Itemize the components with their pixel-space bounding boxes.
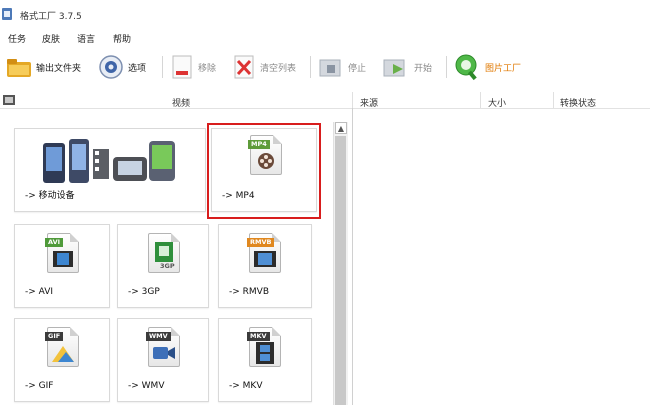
avi-file-icon: AVI: [45, 233, 79, 273]
format-tile-mobile[interactable]: -> 移动设备: [14, 128, 206, 212]
tile-label: -> RMVB: [229, 287, 269, 297]
tile-label: -> GIF: [25, 381, 54, 391]
output-folder-button[interactable]: 输出文件夹: [6, 52, 81, 82]
options-button[interactable]: 选项: [98, 52, 146, 82]
format-tile-avi[interactable]: AVI -> AVI: [14, 224, 110, 308]
format-panel-scrollbar[interactable]: ▲: [333, 122, 348, 405]
mkv-film-strip-icon: [256, 342, 274, 364]
tile-label: -> WMV: [128, 381, 165, 391]
3gp-film-icon: [155, 242, 173, 262]
toolbar-separator: [162, 56, 163, 78]
column-divider: [553, 92, 554, 108]
film-strip-icon: [53, 251, 73, 267]
column-size[interactable]: 大小: [488, 96, 506, 109]
start-icon: [383, 59, 405, 77]
tile-label: -> AVI: [25, 287, 54, 297]
remove-icon: [172, 55, 192, 79]
format-tile-mkv[interactable]: MKV -> MKV: [218, 318, 312, 402]
picture-factory-button[interactable]: 图片工厂: [453, 52, 521, 82]
mkv-file-icon: MKV: [247, 327, 281, 367]
mobile-devices-icon: [43, 139, 175, 183]
stop-button[interactable]: 停止: [318, 52, 366, 82]
toolbar-separator: [310, 56, 311, 78]
window-title: 格式工厂 3.7.5: [20, 12, 82, 22]
toolbar-separator: [446, 56, 447, 78]
gif-file-icon: GIF: [45, 327, 79, 367]
3gp-file-icon: 3GP: [148, 233, 180, 273]
folder-icon: [7, 59, 31, 77]
start-button[interactable]: 开始: [382, 52, 432, 82]
rmvb-file-icon: RMVB: [247, 233, 281, 273]
column-status[interactable]: 转换状态: [560, 96, 596, 109]
title-bar: 格式工厂 3.7.5: [0, 0, 650, 28]
format-tile-gif[interactable]: GIF -> GIF: [14, 318, 110, 402]
video-category-icon: [3, 95, 15, 105]
menu-language[interactable]: 语言: [77, 32, 95, 45]
column-divider: [352, 92, 353, 108]
format-tile-3gp[interactable]: 3GP -> 3GP: [117, 224, 209, 308]
tile-label: -> MKV: [229, 381, 263, 391]
column-divider: [480, 92, 481, 108]
clear-list-icon: [234, 55, 254, 79]
scroll-up-button[interactable]: ▲: [335, 122, 347, 134]
rmvb-film-icon: [254, 251, 276, 267]
format-tile-wmv[interactable]: WMV -> WMV: [117, 318, 209, 402]
menu-skin[interactable]: 皮肤: [42, 32, 60, 45]
options-gear-icon: [99, 55, 123, 79]
wmv-file-icon: WMV: [146, 327, 180, 367]
stop-icon: [319, 59, 341, 77]
scroll-thumb[interactable]: [335, 136, 346, 405]
selection-highlight: [207, 123, 321, 219]
menu-bar: 任务 皮肤 语言 帮助: [0, 30, 650, 46]
remove-button[interactable]: 移除: [170, 52, 216, 82]
gif-image-icon: [52, 346, 74, 362]
wmv-camera-icon: [153, 347, 175, 359]
column-header-row: 视频 来源 大小 转换状态: [0, 92, 650, 109]
tile-label: -> 移动设备: [25, 191, 75, 201]
app-icon: [2, 8, 12, 20]
picture-factory-icon: [455, 54, 477, 81]
toolbar: 输出文件夹 选项 移除 清空列表 停止 开始 图片工厂: [0, 48, 650, 88]
tile-label: -> 3GP: [128, 287, 160, 297]
format-tile-rmvb[interactable]: RMVB -> RMVB: [218, 224, 312, 308]
menu-help[interactable]: 帮助: [113, 32, 131, 45]
column-source[interactable]: 来源: [360, 96, 378, 109]
clear-list-button[interactable]: 清空列表: [232, 52, 296, 82]
menu-task[interactable]: 任务: [8, 32, 26, 45]
